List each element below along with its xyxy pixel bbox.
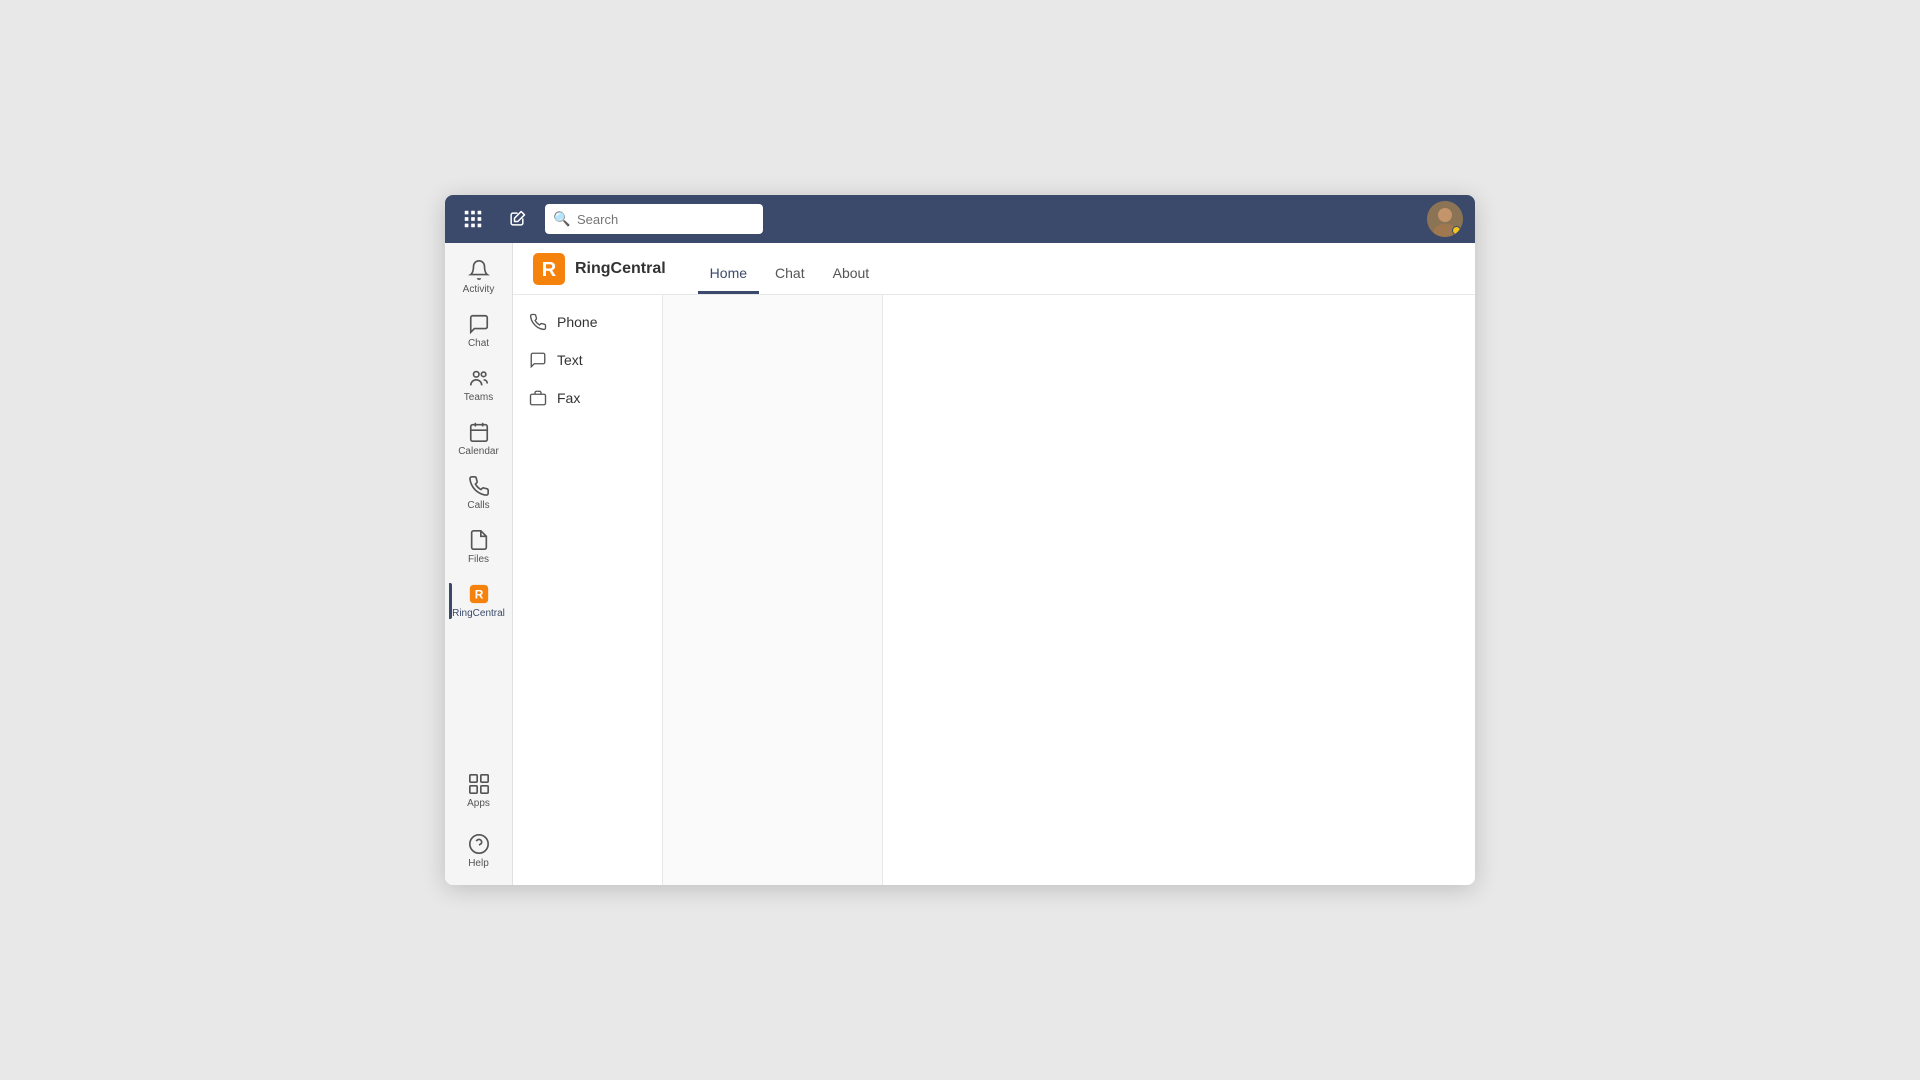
left-subpanel: Phone Text [513, 295, 663, 885]
subpanel-item-phone[interactable]: Phone [513, 303, 662, 341]
compose-icon[interactable] [501, 203, 533, 235]
search-wrapper: 🔍 [545, 204, 974, 234]
subpanel-item-text[interactable]: Text [513, 341, 662, 379]
help-icon [468, 833, 490, 855]
tab-home[interactable]: Home [698, 243, 759, 294]
sidebar-item-activity[interactable]: Activity [449, 251, 509, 303]
sidebar-item-chat-label: Chat [468, 338, 489, 349]
sidebar-item-chat[interactable]: Chat [449, 305, 509, 357]
apps-icon [468, 773, 490, 795]
calls-icon [468, 475, 490, 497]
tab-about[interactable]: About [821, 243, 882, 294]
text-message-icon [529, 351, 547, 369]
teams-icon [468, 367, 490, 389]
sidebar-item-activity-label: Activity [463, 284, 495, 295]
files-icon [468, 529, 490, 551]
subpanel-fax-label: Fax [557, 390, 580, 406]
avatar[interactable] [1427, 201, 1463, 237]
main-body: Activity Chat Teams [445, 243, 1475, 885]
app-window: 🔍 Activity [445, 195, 1475, 885]
topbar: 🔍 [445, 195, 1475, 243]
sidebar-item-help-label: Help [468, 858, 489, 869]
brand-area: R RingCentral [533, 253, 666, 285]
search-input[interactable] [545, 204, 763, 234]
sidebar-item-calls[interactable]: Calls [449, 467, 509, 519]
sidebar-item-files[interactable]: Files [449, 521, 509, 573]
sidebar-item-files-label: Files [468, 554, 489, 565]
chat-icon [468, 313, 490, 335]
status-dot [1452, 226, 1461, 235]
calendar-icon [468, 421, 490, 443]
subpanel-text-label: Text [557, 352, 583, 368]
sidebar-item-teams[interactable]: Teams [449, 359, 509, 411]
subpanel-item-fax[interactable]: Fax [513, 379, 662, 417]
brand-logo-icon: R [533, 253, 565, 285]
grid-icon[interactable] [457, 203, 489, 235]
svg-text:R: R [542, 259, 557, 281]
sidebar-item-calls-label: Calls [467, 500, 489, 511]
main-content [883, 295, 1475, 885]
fax-icon [529, 389, 547, 407]
sidebar-item-ringcentral-label: RingCentral [452, 608, 505, 619]
sidebar-item-calendar[interactable]: Calendar [449, 413, 509, 465]
sub-panel-area: Phone Text [513, 295, 1475, 885]
bell-icon [468, 259, 490, 281]
phone-icon [529, 313, 547, 331]
tab-chat[interactable]: Chat [763, 243, 817, 294]
ringcentral-icon: R [468, 583, 490, 605]
subpanel-phone-label: Phone [557, 314, 597, 330]
sidebar-item-calendar-label: Calendar [458, 446, 499, 457]
sidebar-item-apps-label: Apps [467, 798, 490, 809]
sidebar-item-teams-label: Teams [464, 392, 493, 403]
svg-text:R: R [474, 588, 483, 602]
sidebar: Activity Chat Teams [445, 243, 513, 885]
sidebar-item-ringcentral[interactable]: R RingCentral [449, 575, 509, 627]
sidebar-item-apps[interactable]: Apps [449, 765, 509, 817]
nav-tabs: Home Chat About [698, 243, 882, 294]
brand-name: RingCentral [575, 260, 666, 278]
content-area: R RingCentral Home Chat About [513, 243, 1475, 885]
sidebar-item-help[interactable]: Help [449, 825, 509, 877]
middle-subpanel [663, 295, 883, 885]
content-header: R RingCentral Home Chat About [513, 243, 1475, 295]
